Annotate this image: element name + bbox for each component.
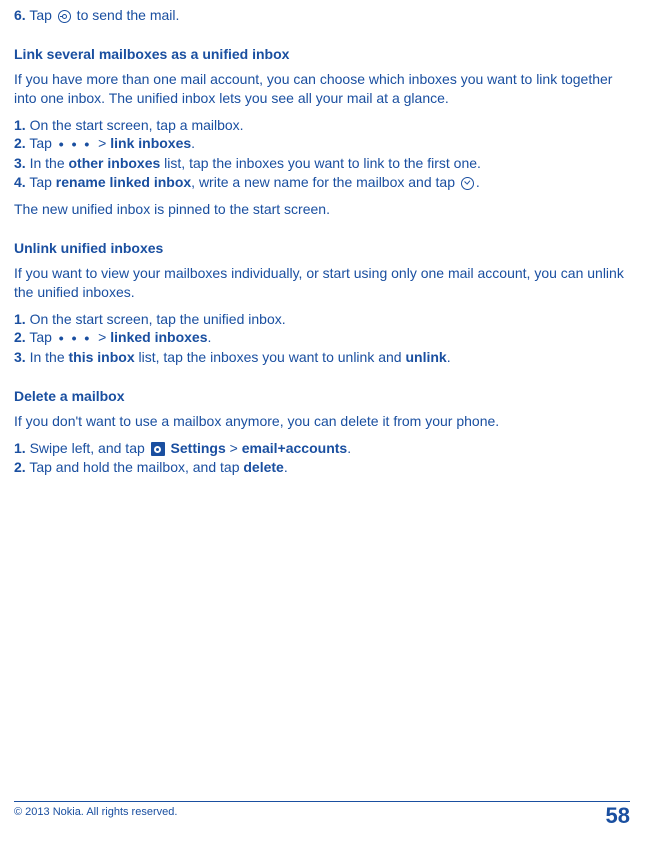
- heading-link-inboxes: Link several mailboxes as a unified inbo…: [14, 45, 630, 64]
- page-number: 58: [606, 801, 630, 831]
- text: In the: [26, 155, 69, 171]
- steps-list: 1. Swipe left, and tap Settings > email+…: [14, 439, 630, 477]
- menu-item: rename linked inbox: [56, 174, 191, 190]
- heading-unlink-inboxes: Unlink unified inboxes: [14, 239, 630, 258]
- step-number: 1.: [14, 311, 26, 327]
- text: >: [94, 329, 110, 345]
- steps-list: 1. On the start screen, tap the unified …: [14, 310, 630, 368]
- step-number: 3.: [14, 349, 26, 365]
- text: On the start screen, tap the unified inb…: [26, 311, 286, 327]
- menu-item: link inboxes: [110, 135, 191, 151]
- step-6: 6. Tap to send the mail.: [14, 6, 630, 25]
- page-content: 6. Tap to send the mail. Link several ma…: [0, 0, 648, 477]
- intro-text: If you have more than one mail account, …: [14, 70, 630, 108]
- step-2: 2. Tap • • • > linked inboxes.: [14, 328, 630, 348]
- text: In the: [26, 349, 69, 365]
- step-1: 1. On the start screen, tap a mailbox.: [14, 116, 630, 135]
- step-3: 3. In the other inboxes list, tap the in…: [14, 154, 630, 173]
- text: .: [347, 440, 351, 456]
- outro-text: The new unified inbox is pinned to the s…: [14, 200, 630, 219]
- step-1: 1. Swipe left, and tap Settings > email+…: [14, 439, 630, 458]
- text: Tap: [26, 7, 56, 23]
- text: On the start screen, tap a mailbox.: [26, 117, 244, 133]
- step-number: 2.: [14, 135, 26, 151]
- text: Tap: [26, 329, 56, 345]
- steps-list: 1. On the start screen, tap a mailbox. 2…: [14, 116, 630, 192]
- step-number: 2.: [14, 329, 26, 345]
- step-4: 4. Tap rename linked inbox, write a new …: [14, 173, 630, 192]
- step-2: 2. Tap • • • > link inboxes.: [14, 134, 630, 154]
- step-number: 1.: [14, 117, 26, 133]
- check-icon: [461, 177, 474, 190]
- text: , write a new name for the mailbox and t…: [191, 174, 459, 190]
- text: .: [191, 135, 195, 151]
- step-number: 3.: [14, 155, 26, 171]
- text: Swipe left, and tap: [26, 440, 149, 456]
- text: .: [284, 459, 288, 475]
- send-icon: [58, 10, 71, 23]
- heading-delete-mailbox: Delete a mailbox: [14, 387, 630, 406]
- action: delete: [243, 459, 283, 475]
- text: >: [226, 440, 242, 456]
- step-number: 2.: [14, 459, 26, 475]
- list-name: this inbox: [69, 349, 135, 365]
- text: list, tap the inboxes you want to unlink…: [135, 349, 406, 365]
- intro-text: If you want to view your mailboxes indiv…: [14, 264, 630, 302]
- settings-icon: [151, 442, 165, 456]
- more-icon: • • •: [59, 135, 91, 154]
- text: .: [476, 174, 480, 190]
- step-1: 1. On the start screen, tap the unified …: [14, 310, 630, 329]
- text: to send the mail.: [73, 7, 180, 23]
- app-name: Settings: [167, 440, 226, 456]
- step-2: 2. Tap and hold the mailbox, and tap del…: [14, 458, 630, 477]
- list-name: other inboxes: [69, 155, 161, 171]
- intro-text: If you don't want to use a mailbox anymo…: [14, 412, 630, 431]
- step-number: 6.: [14, 7, 26, 23]
- text: Tap: [26, 135, 56, 151]
- action: unlink: [405, 349, 446, 365]
- page-footer: © 2013 Nokia. All rights reserved. 58: [14, 801, 630, 831]
- more-icon: • • •: [59, 329, 91, 348]
- text: Tap and hold the mailbox, and tap: [26, 459, 244, 475]
- text: >: [94, 135, 110, 151]
- text: list, tap the inboxes you want to link t…: [160, 155, 481, 171]
- text: .: [208, 329, 212, 345]
- text: Tap: [26, 174, 56, 190]
- step-number: 4.: [14, 174, 26, 190]
- copyright-text: © 2013 Nokia. All rights reserved.: [14, 805, 177, 820]
- text: .: [447, 349, 451, 365]
- step-number: 1.: [14, 440, 26, 456]
- menu-item: email+accounts: [242, 440, 347, 456]
- menu-item: linked inboxes: [110, 329, 207, 345]
- step-3: 3. In the this inbox list, tap the inbox…: [14, 348, 630, 367]
